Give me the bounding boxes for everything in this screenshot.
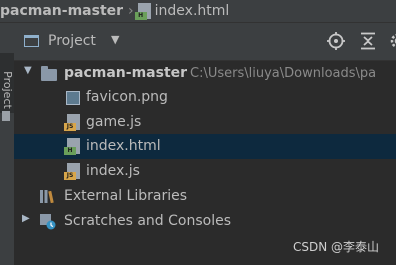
root-folder-path: C:\Users\liuya\Downloads\pa: [190, 66, 377, 81]
js-file-icon: JS: [64, 163, 80, 180]
tool-window-icon: [2, 111, 10, 121]
left-tool-strip: Project: [0, 23, 15, 265]
root-folder-name: pacman-master: [64, 65, 188, 81]
chevron-right-icon[interactable]: ▶: [22, 213, 30, 224]
file-name: index.html: [86, 138, 161, 154]
project-view-icon: [24, 35, 39, 47]
html-file-icon: H: [134, 3, 151, 20]
image-file-icon: [66, 91, 80, 105]
tree-row-root[interactable]: ▼ pacman-master C:\Users\liuya\Downloads…: [14, 61, 396, 86]
gear-icon[interactable]: [388, 31, 396, 51]
breadcrumb-project[interactable]: pacman-master: [0, 3, 123, 19]
collapse-all-icon[interactable]: [358, 31, 378, 51]
breadcrumb: pacman-master › H index.html: [0, 0, 396, 23]
tree-row-favicon[interactable]: favicon.png: [14, 85, 396, 110]
file-name: index.js: [86, 163, 140, 179]
scratches-icon: [40, 214, 56, 230]
project-tool-tab-label: Project: [1, 71, 14, 109]
file-name: game.js: [86, 114, 142, 130]
tree-row-index-js[interactable]: JS index.js: [14, 159, 396, 184]
breadcrumb-file[interactable]: index.html: [155, 3, 230, 19]
external-libraries-label: External Libraries: [64, 188, 187, 204]
project-toolbar: Project ▼: [14, 23, 396, 61]
project-view-title[interactable]: Project: [48, 33, 96, 49]
chevron-down-icon[interactable]: ▼: [111, 33, 119, 46]
library-icon: [40, 190, 54, 203]
project-tree: ▼ pacman-master C:\Users\liuya\Downloads…: [14, 61, 396, 265]
folder-icon: [41, 66, 57, 81]
watermark: CSDN @李泰山: [292, 240, 379, 254]
tree-row-scratches[interactable]: ▶ Scratches and Consoles: [14, 209, 396, 234]
chevron-down-icon[interactable]: ▼: [24, 65, 32, 76]
html-file-icon: H: [64, 138, 80, 155]
breadcrumb-separator: ›: [128, 3, 134, 19]
locate-icon[interactable]: [326, 31, 346, 51]
tree-row-index-html[interactable]: H index.html: [14, 134, 396, 159]
js-file-icon: JS: [64, 114, 80, 131]
tree-row-external-libraries[interactable]: External Libraries: [14, 184, 396, 209]
tree-row-game-js[interactable]: JS game.js: [14, 110, 396, 135]
project-tool-tab[interactable]: Project: [0, 53, 14, 113]
scratches-label: Scratches and Consoles: [64, 213, 231, 229]
file-name: favicon.png: [86, 89, 168, 105]
